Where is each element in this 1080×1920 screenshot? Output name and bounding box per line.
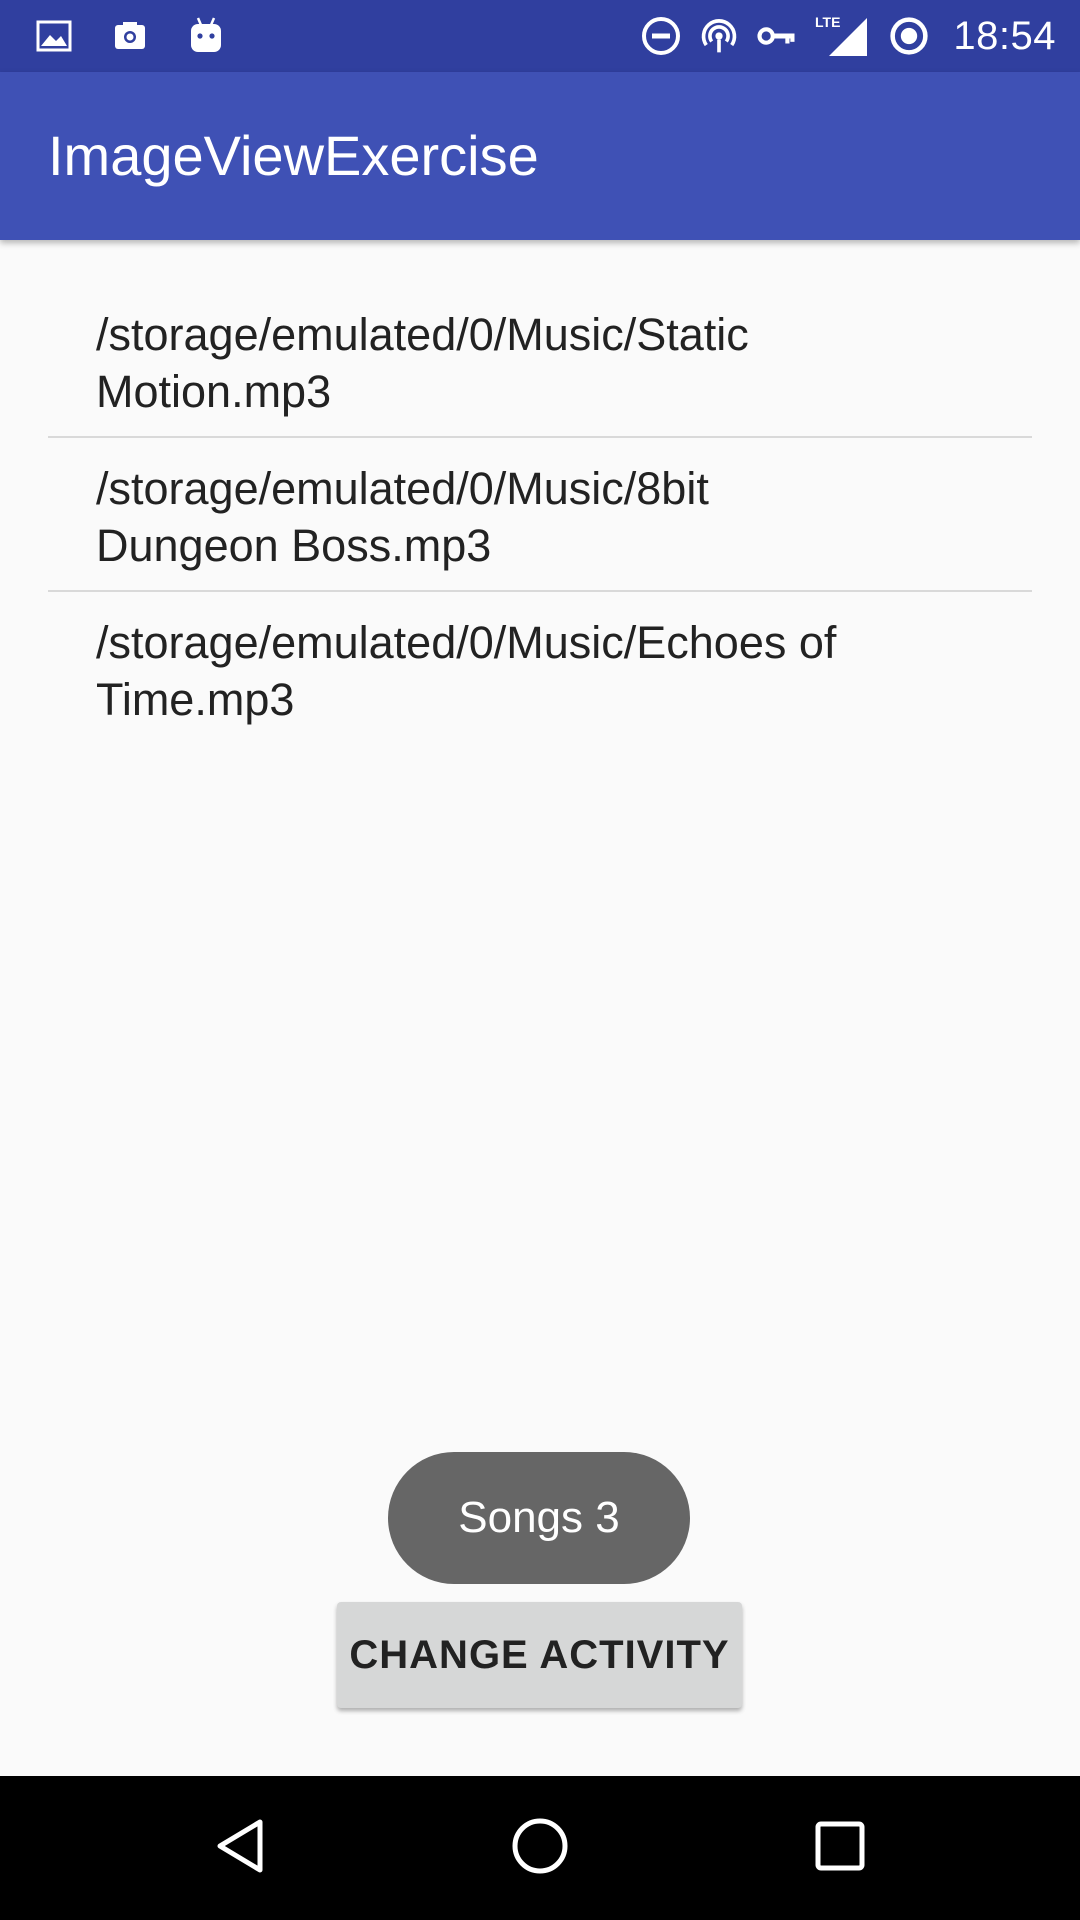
change-activity-button-label: CHANGE ACTIVITY	[349, 1632, 730, 1677]
toast-text: Songs 3	[458, 1493, 620, 1542]
song-path: /storage/emulated/0/Music/Static Motion.…	[96, 309, 749, 417]
toast-message: Songs 3	[388, 1452, 690, 1584]
home-button[interactable]	[490, 1798, 590, 1898]
status-bar: LTE 18:54	[0, 0, 1080, 72]
list-item[interactable]: /storage/emulated/0/Music/8bit Dungeon B…	[48, 438, 1032, 592]
camera-icon	[110, 16, 150, 56]
app-title: ImageViewExercise	[48, 124, 539, 187]
song-list[interactable]: /storage/emulated/0/Music/Static Motion.…	[48, 240, 1032, 744]
screen: LTE 18:54 ImageViewExercise /storage/emu…	[0, 0, 1080, 1920]
sync-icon	[889, 16, 929, 56]
song-path: /storage/emulated/0/Music/Echoes of Time…	[96, 617, 837, 725]
recents-icon	[812, 1818, 868, 1879]
gallery-icon	[34, 16, 74, 56]
back-icon	[212, 1816, 268, 1881]
do-not-disturb-icon	[641, 16, 681, 56]
list-item[interactable]: /storage/emulated/0/Music/Echoes of Time…	[48, 592, 1032, 744]
status-bar-time: 18:54	[953, 13, 1056, 58]
navigation-bar	[0, 1776, 1080, 1920]
hotspot-icon	[699, 16, 739, 56]
status-bar-system-icons: LTE 18:54	[641, 12, 1056, 60]
app-bar: ImageViewExercise	[0, 72, 1080, 240]
change-activity-button[interactable]: CHANGE ACTIVITY	[337, 1602, 742, 1708]
lte-signal-icon: LTE	[815, 14, 871, 56]
home-icon	[510, 1816, 570, 1881]
list-item[interactable]: /storage/emulated/0/Music/Static Motion.…	[48, 240, 1032, 438]
recents-button[interactable]	[790, 1798, 890, 1898]
vpn-key-icon	[757, 16, 797, 56]
lte-label: LTE	[815, 14, 840, 30]
android-icon	[186, 16, 226, 56]
song-path: /storage/emulated/0/Music/8bit Dungeon B…	[96, 463, 709, 571]
status-bar-notifications	[34, 12, 226, 60]
back-button[interactable]	[190, 1798, 290, 1898]
